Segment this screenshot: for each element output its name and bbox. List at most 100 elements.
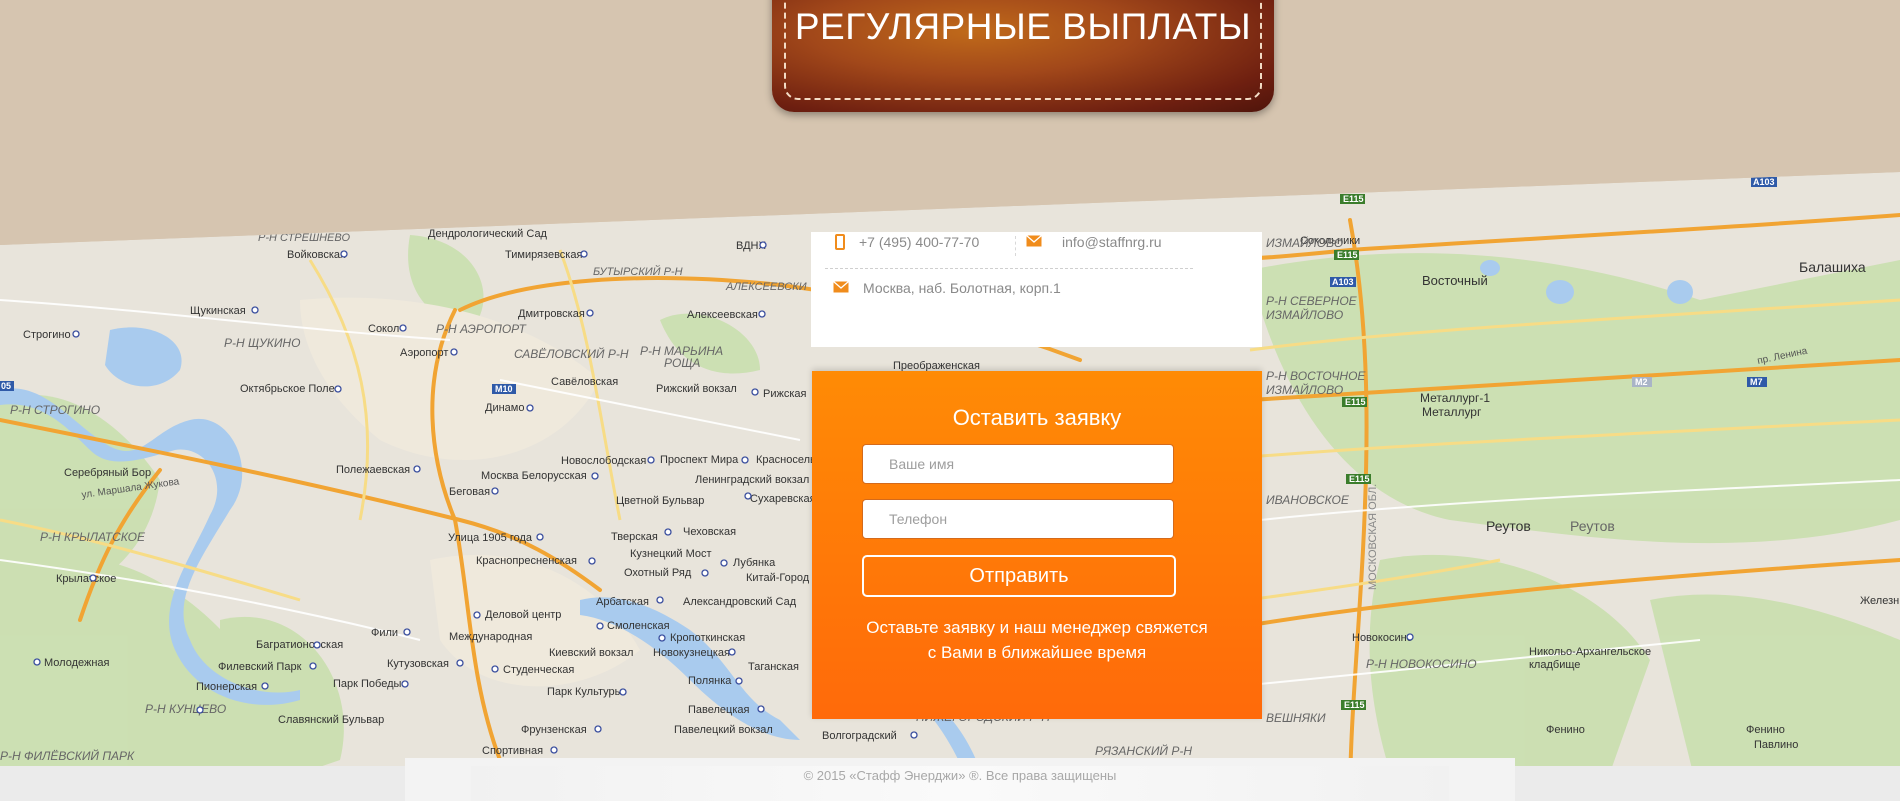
svg-text:E115: E115 [1349,474,1370,484]
submit-button[interactable]: Отправить [862,555,1176,597]
svg-text:Р-Н ФИЛЁВСКИЙ ПАРК: Р-Н ФИЛЁВСКИЙ ПАРК [0,747,135,763]
request-form: Оставить заявку Отправить Оставьте заявк… [812,371,1262,719]
svg-text:Павелецкая: Павелецкая [688,704,750,716]
svg-text:Киевский вокзал: Киевский вокзал [549,647,633,659]
svg-text:БУТЫРСКИЙ Р-Н: БУТЫРСКИЙ Р-Н [593,265,683,278]
svg-text:M10: M10 [495,384,513,394]
phone-input[interactable] [862,499,1174,539]
svg-text:Строгино: Строгино [23,329,71,341]
phone-number[interactable]: +7 (495) 400-77-70 [859,234,979,250]
svg-text:Ленинградский вокзал: Ленинградский вокзал [695,474,809,486]
svg-text:Александровский Сад: Александровский Сад [683,596,797,608]
svg-text:Фенино: Фенино [1746,724,1785,736]
svg-text:Беговая: Беговая [449,486,490,498]
address-text: Москва, наб. Болотная, корп.1 [863,280,1061,296]
svg-text:Охотный Ряд: Охотный Ряд [624,567,692,579]
svg-text:Реутов: Реутов [1486,518,1531,534]
svg-text:Проспект Мира: Проспект Мира [660,454,739,466]
svg-text:E115: E115 [1344,700,1365,710]
svg-text:Металлург: Металлург [1422,405,1482,419]
svg-text:Таганская: Таганская [748,661,799,673]
email-link[interactable]: info@staffnrg.ru [1062,234,1162,250]
svg-text:Парк Культуры: Парк Культуры [547,686,623,698]
svg-text:Сухаревская: Сухаревская [750,493,816,505]
svg-text:05: 05 [1,381,11,391]
svg-text:Студенческая: Студенческая [503,664,574,676]
separator [825,268,1193,269]
svg-text:A103: A103 [1332,277,1354,287]
svg-text:Восточный: Восточный [1422,273,1488,288]
svg-text:Динамо: Динамо [485,402,524,414]
banner-title: РЕГУЛЯРНЫЕ ВЫПЛАТЫ [794,6,1252,47]
svg-text:Парк Победы: Парк Победы [333,678,402,690]
svg-text:Павлино: Павлино [1754,739,1798,751]
svg-text:Краснопресненская: Краснопресненская [476,555,577,567]
svg-text:Р-Н НОВОКОСИНО: Р-Н НОВОКОСИНО [1366,657,1477,671]
svg-text:Смоленская: Смоленская [607,620,670,632]
banner: РЕГУЛЯРНЫЕ ВЫПЛАТЫ [772,0,1274,112]
svg-text:ИЗМАЙЛОВО: ИЗМАЙЛОВО [1266,381,1343,397]
svg-text:МОСКОВСКАЯ ОБЛ.: МОСКОВСКАЯ ОБЛ. [1367,484,1379,590]
contact-card: +7 (495) 400-77-70 info@staffnrg.ru Моск… [811,232,1262,347]
svg-text:Крылатское: Крылатское [56,573,116,585]
svg-text:Полежаевская: Полежаевская [336,464,410,476]
copyright: © 2015 «Стафф Энерджи» ®. Все права защи… [803,768,1117,783]
svg-text:САВЁЛОВСКИЙ Р-Н: САВЁЛОВСКИЙ Р-Н [514,345,629,361]
svg-text:Никольо-Архангельское: Никольо-Архангельское [1529,646,1651,658]
svg-text:Дмитровская: Дмитровская [518,308,585,320]
envelope-icon [1026,234,1042,250]
mobile-phone-icon [835,234,845,250]
svg-text:M7: M7 [1750,377,1763,387]
svg-text:РОЩА: РОЩА [664,356,700,370]
svg-text:Р-Н ЩУКИНО: Р-Н ЩУКИНО [224,336,300,350]
svg-text:Новокосино: Новокосино [1352,632,1413,644]
svg-text:Москва Белорусская: Москва Белорусская [481,470,587,482]
svg-text:Улица 1905 года: Улица 1905 года [448,532,533,544]
svg-text:Р-Н ВОСТОЧНОЕ: Р-Н ВОСТОЧНОЕ [1266,369,1366,383]
svg-text:Р-Н КУНЦЕВО: Р-Н КУНЦЕВО [145,702,226,716]
svg-text:АЛЕКСЕЕВСКИ: АЛЕКСЕЕВСКИ [725,281,807,293]
phone-row: +7 (495) 400-77-70 [835,234,979,250]
form-title: Оставить заявку [952,405,1122,430]
svg-text:Кропоткинская: Кропоткинская [670,632,745,644]
svg-text:Пионерская: Пионерская [196,681,257,693]
svg-text:Фили: Фили [371,627,398,639]
form-note-line-2: с Вами в ближайшее время [927,643,1147,662]
svg-text:Тверская: Тверская [611,531,658,543]
svg-text:Щукинская: Щукинская [190,305,246,317]
svg-text:Балашиха: Балашиха [1799,259,1866,275]
svg-text:Аэропорт: Аэропорт [400,347,448,359]
svg-text:Чеховская: Чеховская [683,526,736,538]
email-row: info@staffnrg.ru [1026,234,1162,250]
name-input[interactable] [862,444,1174,484]
svg-text:РЯЗАНСКИЙ Р-Н: РЯЗАНСКИЙ Р-Н [1095,742,1192,758]
svg-text:ВЕШНЯКИ: ВЕШНЯКИ [1266,711,1326,725]
form-note-line-1: Оставьте заявку и наш менеджер свяжется [866,618,1208,637]
svg-text:Павелецкий вокзал: Павелецкий вокзал [674,724,773,736]
svg-text:Славянский Бульвар: Славянский Бульвар [278,714,384,726]
svg-text:E115: E115 [1345,397,1366,407]
svg-text:Деловой центр: Деловой центр [485,609,561,621]
svg-text:кладбище: кладбище [1529,659,1580,671]
svg-text:Алексеевская: Алексеевская [687,309,758,321]
svg-text:Молодежная: Молодежная [44,657,110,669]
svg-text:Кузнецкий Мост: Кузнецкий Мост [630,548,712,560]
svg-text:Октябрьское Поле: Октябрьское Поле [240,383,335,395]
svg-text:Цветной Бульвар: Цветной Бульвар [616,495,704,507]
svg-text:Савёловская: Савёловская [551,376,618,388]
address-row: Москва, наб. Болотная, корп.1 [833,280,1061,296]
svg-text:Международная: Международная [449,631,532,643]
footer: © 2015 «Стафф Энерджи» ®. Все права защи… [405,758,1515,801]
svg-text:Р-Н АЭРОПОРТ: Р-Н АЭРОПОРТ [436,322,527,336]
svg-text:Фенино: Фенино [1546,724,1585,736]
svg-text:Китай-Город: Китай-Город [746,572,810,584]
svg-text:Сокол: Сокол [368,323,399,335]
svg-text:Р-Н СЕВЕРНОЕ: Р-Н СЕВЕРНОЕ [1266,294,1358,308]
svg-text:Рижский вокзал: Рижский вокзал [656,383,737,395]
envelope-icon [833,280,849,296]
svg-text:Р-Н КРЫЛАТСКОЕ: Р-Н КРЫЛАТСКОЕ [40,530,146,544]
svg-text:Кутузовская: Кутузовская [387,658,449,670]
svg-text:Р-Н СТРОГИНО: Р-Н СТРОГИНО [10,403,100,417]
svg-text:Волгоградский: Волгоградский [822,730,897,742]
svg-text:Арбатская: Арбатская [596,596,649,608]
